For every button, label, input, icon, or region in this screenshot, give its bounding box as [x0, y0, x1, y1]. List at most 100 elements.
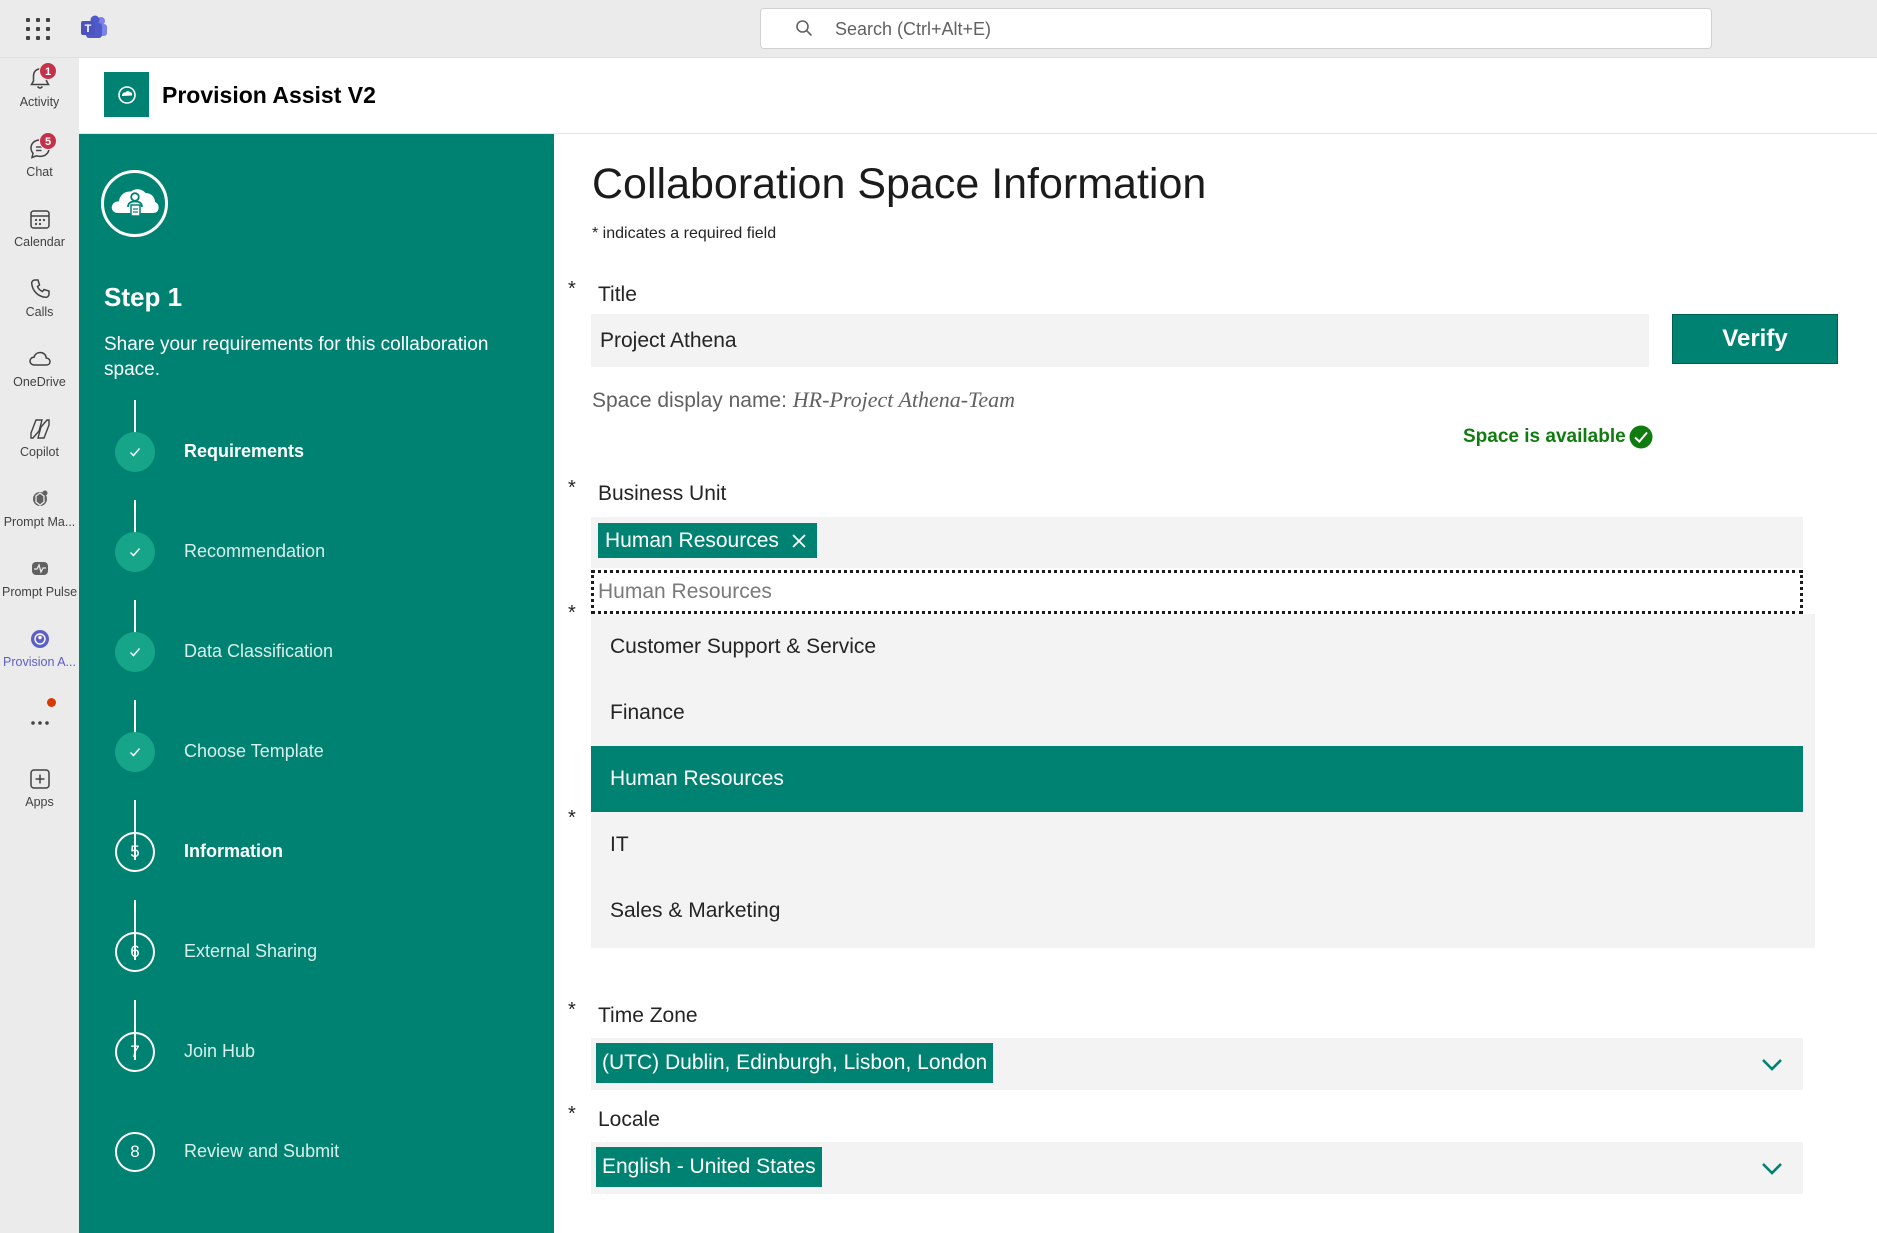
- check-icon: [115, 732, 155, 772]
- required-marker: *: [568, 477, 576, 499]
- rail-item-calendar[interactable]: Calendar: [0, 198, 79, 262]
- check-icon: [115, 432, 155, 472]
- step-label: Choose Template: [184, 741, 324, 761]
- time-zone-select[interactable]: (UTC) Dublin, Edinburgh, Lisbon, London: [591, 1038, 1803, 1090]
- step-information[interactable]: 5 Information: [115, 832, 535, 872]
- app-launcher-icon[interactable]: [24, 16, 50, 42]
- prompt-manager-icon: [32, 490, 47, 506]
- step-review-and-submit[interactable]: 8 Review and Submit: [115, 1132, 535, 1172]
- rail-item-activity[interactable]: 1 Activity: [0, 58, 79, 122]
- rail-item-calls[interactable]: Calls: [0, 268, 79, 332]
- chip-label: Human Resources: [605, 528, 779, 552]
- required-marker: *: [568, 1103, 576, 1125]
- remove-chip-icon[interactable]: [791, 533, 807, 549]
- notification-badge: 5: [39, 132, 57, 150]
- step-number: 8: [115, 1132, 155, 1172]
- step-data-classification[interactable]: Data Classification: [115, 632, 535, 672]
- step-label: Requirements: [184, 441, 305, 461]
- check-icon: [115, 632, 155, 672]
- rail-item-label: Provision A...: [3, 655, 76, 669]
- step-number: 6: [115, 932, 155, 972]
- app-header: Provision Assist V2: [79, 58, 1877, 134]
- selected-business-unit-chip: Human Resources: [598, 523, 817, 558]
- step-recommendation[interactable]: Recommendation: [115, 532, 535, 572]
- rail-item-prompt-pulse[interactable]: Prompt Pulse: [0, 548, 79, 612]
- phone-icon: [30, 279, 50, 299]
- rail-item-label: Apps: [25, 795, 54, 809]
- business-unit-search-input[interactable]: [591, 570, 1803, 614]
- search-icon: [796, 20, 812, 36]
- search-input[interactable]: [835, 16, 1435, 42]
- display-name-value: HR-Project Athena-Team: [792, 387, 1015, 412]
- svg-text:T: T: [85, 23, 92, 35]
- locale-value: English - United States: [596, 1147, 822, 1187]
- locale-select[interactable]: English - United States: [591, 1142, 1803, 1194]
- dropdown-option[interactable]: Finance: [591, 680, 1803, 746]
- step-requirements[interactable]: Requirements: [115, 432, 535, 472]
- step-label: External Sharing: [184, 941, 318, 961]
- teams-logo-icon: T: [81, 15, 107, 38]
- time-zone-value: (UTC) Dublin, Edinburgh, Lisbon, London: [596, 1043, 994, 1083]
- rail-item-label: Chat: [26, 165, 53, 179]
- locale-label: Locale: [598, 1108, 660, 1131]
- app-title: Provision Assist V2: [162, 82, 376, 108]
- time-zone-label: Time Zone: [598, 1004, 698, 1027]
- more-icon: [30, 721, 49, 725]
- rail-item-label: Calendar: [14, 235, 65, 249]
- rail-item-label: Activity: [19, 95, 60, 109]
- calendar-icon: [29, 210, 50, 229]
- space-display-name: Space display name: HR-Project Athena-Te…: [592, 387, 1015, 413]
- verify-button[interactable]: Verify: [1672, 314, 1838, 364]
- step-label: Data Classification: [184, 641, 334, 661]
- more-apps-button[interactable]: [0, 698, 79, 742]
- availability-status: Space is available: [1463, 424, 1654, 450]
- step-description: Share your requirements for this collabo…: [104, 334, 489, 380]
- rail-item-label: Copilot: [20, 445, 59, 459]
- rail-item-provision-assist[interactable]: Provision A...: [0, 618, 79, 682]
- chevron-down-icon: [1762, 1163, 1782, 1175]
- rail-item-copilot[interactable]: Copilot: [0, 408, 79, 472]
- add-apps-icon: [29, 769, 50, 789]
- dropdown-option[interactable]: IT: [591, 812, 1803, 878]
- required-note: * indicates a required field: [592, 225, 777, 242]
- rail-item-label: Calls: [25, 305, 54, 319]
- dropdown-option-selected[interactable]: Human Resources: [591, 746, 1803, 812]
- page-title: Collaboration Space Information: [592, 160, 1207, 208]
- collaboration-cloud-icon: [101, 170, 168, 237]
- provision-assist-icon: [30, 630, 49, 648]
- availability-text: Space is available: [1463, 426, 1626, 447]
- step-choose-template[interactable]: Choose Template: [115, 732, 535, 772]
- check-icon: [115, 532, 155, 572]
- rail-item-apps[interactable]: Apps: [0, 758, 79, 822]
- dropdown-option[interactable]: Sales & Marketing: [591, 878, 1803, 944]
- rail-item-onedrive[interactable]: OneDrive: [0, 338, 79, 402]
- dropdown-option[interactable]: Customer Support & Service: [591, 614, 1803, 680]
- business-unit-picker[interactable]: Human Resources: [591, 517, 1803, 568]
- provision-assist-logo-icon: [117, 85, 136, 104]
- prompt-pulse-icon: [31, 562, 48, 575]
- required-marker: *: [568, 278, 576, 300]
- copilot-icon: [29, 419, 50, 439]
- step-join-hub[interactable]: 7 Join Hub: [115, 1032, 535, 1072]
- top-bar: T: [0, 0, 1877, 58]
- step-number: 7: [115, 1032, 155, 1072]
- required-marker: *: [568, 807, 576, 829]
- search-box[interactable]: [760, 8, 1712, 49]
- business-unit-dropdown: Customer Support & Service Finance Human…: [591, 614, 1815, 948]
- app-logo: [104, 72, 149, 117]
- rail-item-label: OneDrive: [13, 375, 66, 389]
- form-area: Collaboration Space Information * indica…: [554, 134, 1877, 1233]
- step-label: Review and Submit: [184, 1141, 340, 1161]
- check-circle-icon: [1629, 425, 1653, 449]
- app-rail: 1 Activity 5 Chat Calendar Calls OneDriv…: [0, 58, 79, 1233]
- business-unit-label: Business Unit: [598, 482, 727, 505]
- step-external-sharing[interactable]: 6 External Sharing: [115, 932, 535, 972]
- display-name-prefix: Space display name:: [592, 389, 787, 412]
- rail-item-label: Prompt Pulse: [1, 585, 78, 599]
- rail-item-prompt-manager[interactable]: Prompt Ma...: [0, 478, 79, 542]
- required-marker: *: [568, 602, 576, 624]
- step-number: 5: [115, 832, 155, 872]
- chevron-down-icon: [1762, 1059, 1782, 1071]
- title-input[interactable]: [591, 314, 1649, 367]
- rail-item-chat[interactable]: 5 Chat: [0, 128, 79, 192]
